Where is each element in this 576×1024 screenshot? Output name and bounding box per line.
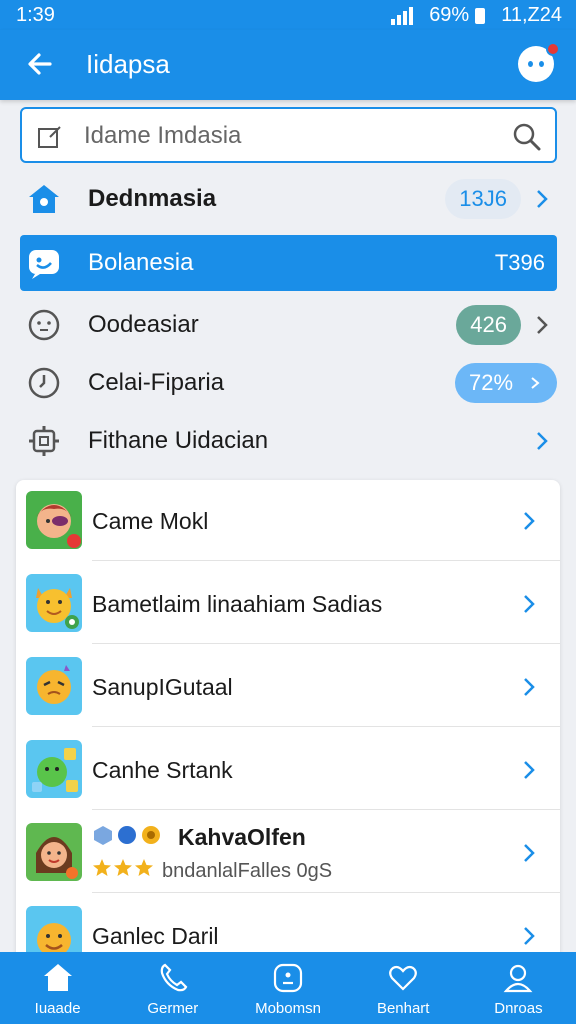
nav-label: Mobomsn [255, 1000, 321, 1017]
list-item[interactable]: Canhe Srtank [16, 729, 560, 812]
orb-badge-icon [118, 826, 136, 844]
nav-item-games[interactable]: Germer [115, 952, 230, 1024]
menu-item-celai-fiparia[interactable]: Celai-Fiparia 72% [20, 355, 557, 411]
menu-item-label: Fithane Uidacian [88, 427, 269, 454]
game-thumbnail [26, 491, 82, 549]
cube-badge-icon [94, 826, 112, 845]
nav-item-center[interactable]: Mobomsn [230, 952, 345, 1024]
search-icon[interactable] [511, 121, 543, 153]
timer-icon [22, 361, 66, 405]
menu-item-label: Dednmasia [88, 185, 217, 212]
star-badge-row [92, 858, 154, 878]
chevron-right-icon [524, 761, 535, 779]
bottom-navigation: Iuaade Germer Mobomsn Benhart Dnroas [0, 952, 576, 1024]
list-item[interactable]: SanupIGutaal [16, 646, 560, 729]
menu-item-dednmasia[interactable]: Dednmasia 13J6 [20, 171, 557, 227]
game-thumbnail [26, 657, 82, 715]
count-badge: 426 [456, 305, 521, 345]
nav-item-home[interactable]: Iuaade [0, 952, 115, 1024]
home-icon [43, 964, 72, 991]
status-bar: 1:39 69% 11,Z24 [0, 0, 576, 30]
list-item-title: KahvaOlfen [178, 824, 306, 850]
battery-percent: 69% [429, 4, 470, 26]
profile-avatar[interactable] [518, 42, 560, 82]
list-item-title: Came Mokl [92, 508, 209, 534]
divider [92, 560, 560, 561]
nav-item-profile[interactable]: Dnroas [461, 952, 576, 1024]
menu-item-label: Oodeasiar [88, 311, 199, 338]
menu-item-value: T396 [494, 250, 545, 275]
game-thumbnail [26, 574, 82, 632]
badge-icons-row [92, 824, 162, 846]
list-item-subtitle: bndanlalFalles 0gS [162, 860, 333, 882]
notification-dot-icon [546, 42, 560, 56]
divider [92, 643, 560, 644]
heart-link-icon [389, 965, 418, 991]
list-item[interactable]: KahvaOlfen bndanlalFalles 0gS [16, 812, 560, 895]
menu-item-fithane-uidacian[interactable]: Fithane Uidacian [20, 413, 557, 469]
avatar-eye-left [528, 61, 533, 67]
chevron-right-icon [524, 927, 535, 945]
list-item[interactable]: Ganlec Daril [16, 895, 560, 960]
percent-badge: 72% [455, 363, 557, 403]
star-icon [114, 859, 132, 876]
chevron-right-icon [524, 595, 535, 613]
list-item[interactable]: Bametlaim linaahiam Sadias [16, 563, 560, 646]
search-bar[interactable] [20, 107, 557, 163]
status-clock: 11,Z24 [501, 4, 562, 26]
star-icon [135, 859, 153, 876]
coin-badge-icon [142, 826, 160, 844]
search-input[interactable] [84, 119, 504, 153]
menu-item-bolanesia[interactable]: Bolanesia T396 [20, 235, 557, 291]
home-icon [22, 177, 66, 221]
chevron-right-icon [524, 512, 535, 530]
chevron-right-icon [524, 844, 535, 862]
menu-item-label: Bolanesia [88, 249, 194, 276]
nav-label: Benhart [376, 1000, 430, 1017]
game-thumbnail [26, 823, 82, 881]
percent-badge-value: 72% [469, 370, 514, 395]
back-arrow-icon[interactable] [22, 46, 58, 82]
status-time: 1:39 [16, 4, 55, 26]
app-bar: Iidapsa [0, 30, 576, 100]
divider [92, 726, 560, 727]
chat-bubble-icon [22, 241, 66, 285]
list-item-title: Bametlaim linaahiam Sadias [92, 591, 383, 617]
chevron-right-icon [537, 316, 548, 334]
gamepad-icon [273, 963, 303, 993]
menu-item-oodeasiar[interactable]: Oodeasiar 426 [20, 297, 557, 353]
avatar-eye-right [539, 61, 544, 67]
divider [92, 809, 560, 810]
nav-label: Iuaade [34, 1000, 81, 1017]
page-title: Iidapsa [86, 49, 170, 79]
chevron-right-icon [531, 377, 540, 389]
status-right: 69% 11,Z24 [391, 4, 562, 27]
chevron-right-icon [524, 678, 535, 696]
count-badge: 13J6 [445, 179, 521, 219]
profile-icon [504, 964, 533, 993]
list-item-title: SanupIGutaal [92, 674, 233, 700]
chevron-right-icon [537, 190, 548, 208]
game-thumbnail [26, 740, 82, 798]
star-icon [93, 859, 111, 876]
divider [92, 892, 560, 893]
settings-gear-icon [22, 419, 66, 463]
edit-icon[interactable] [36, 123, 64, 151]
list-item-title: Canhe Srtank [92, 757, 233, 783]
menu-item-label: Celai-Fiparia [88, 369, 225, 396]
nav-item-social[interactable]: Benhart [346, 952, 461, 1024]
game-list: Came Mokl Bametlaim linaahiam Sadias San… [16, 480, 560, 960]
nav-label: Dnroas [494, 1000, 543, 1017]
nav-label: Germer [147, 1000, 199, 1017]
phone-icon [160, 963, 188, 992]
battery-icon [475, 7, 486, 24]
signal-icon [391, 6, 414, 25]
chevron-right-icon [537, 432, 548, 450]
clock-icon [22, 303, 66, 347]
list-item[interactable]: Came Mokl [16, 480, 560, 563]
list-item-title: Ganlec Daril [92, 923, 219, 949]
